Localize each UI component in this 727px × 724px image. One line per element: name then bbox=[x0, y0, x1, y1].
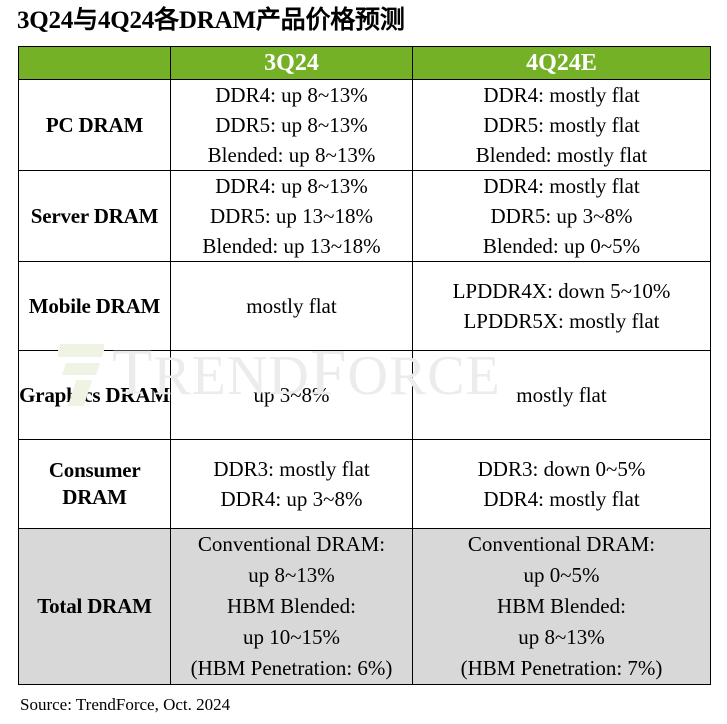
cell-line: DDR3: down 0~5% bbox=[477, 457, 646, 481]
cell-line: DDR5: up 13~18% bbox=[209, 204, 374, 228]
cell-line: DDR5: up 3~8% bbox=[490, 204, 633, 228]
row-label-pc-dram: PC DRAM bbox=[18, 79, 171, 171]
cell-line: (HBM Penetration: 6%) bbox=[190, 656, 393, 680]
cell-line: Conventional DRAM: bbox=[197, 532, 386, 556]
cell-consumer-dram-3q24: DDR3: mostly flat DDR4: up 3~8% bbox=[170, 439, 413, 529]
table-row: Graphics DRAM up 3~8% mostly flat bbox=[18, 350, 711, 440]
table-row: Total DRAM Conventional DRAM: up 8~13% H… bbox=[18, 528, 711, 685]
cell-line: Blended: up 8~13% bbox=[207, 143, 376, 167]
cell-line: DDR5: mostly flat bbox=[483, 113, 640, 137]
cell-line: LPDDR4X: down 5~10% bbox=[452, 279, 671, 303]
page-root: 3Q24与4Q24各DRAM产品价格预测 TRENDFORCE 3Q24 4Q2… bbox=[0, 0, 727, 724]
cell-consumer-dram-4q24e: DDR3: down 0~5% DDR4: mostly flat bbox=[412, 439, 711, 529]
table-row: Consumer DRAM DDR3: mostly flat DDR4: up… bbox=[18, 439, 711, 529]
cell-line: up 8~13% bbox=[248, 563, 335, 587]
cell-server-dram-3q24: DDR4: up 8~13% DDR5: up 13~18% Blended: … bbox=[170, 170, 413, 262]
cell-line: Conventional DRAM: bbox=[467, 532, 656, 556]
cell-line: DDR4: up 8~13% bbox=[215, 174, 368, 198]
table-body: PC DRAM DDR4: up 8~13% DDR5: up 8~13% Bl… bbox=[18, 79, 711, 685]
row-label-line: DRAM bbox=[62, 485, 127, 509]
cell-line: Blended: mostly flat bbox=[475, 143, 648, 167]
cell-line: mostly flat bbox=[246, 294, 337, 318]
row-label-graphics-dram: Graphics DRAM bbox=[18, 350, 171, 440]
dram-price-forecast-table: 3Q24 4Q24E PC DRAM DDR4: up 8~13% DDR5: … bbox=[18, 46, 711, 685]
row-label-line: DRAM bbox=[105, 382, 170, 407]
cell-pc-dram-3q24: DDR4: up 8~13% DDR5: up 8~13% Blended: u… bbox=[170, 79, 413, 171]
cell-mobile-dram-3q24: mostly flat bbox=[170, 261, 413, 351]
table-row: Server DRAM DDR4: up 8~13% DDR5: up 13~1… bbox=[18, 170, 711, 262]
row-label-line: Mobile bbox=[28, 293, 91, 318]
column-header-3q24: 3Q24 bbox=[170, 46, 413, 80]
cell-graphics-dram-4q24e: mostly flat bbox=[412, 350, 711, 440]
source-note: Source: TrendForce, Oct. 2024 bbox=[20, 695, 231, 714]
cell-line: DDR4: mostly flat bbox=[483, 83, 640, 107]
cell-line: HBM Blended: bbox=[227, 594, 356, 618]
cell-line: up 3~8% bbox=[253, 383, 330, 407]
cell-pc-dram-4q24e: DDR4: mostly flat DDR5: mostly flat Blen… bbox=[412, 79, 711, 171]
cell-line: Blended: up 13~18% bbox=[202, 234, 381, 258]
cell-line: up 0~5% bbox=[523, 563, 600, 587]
table-header: 3Q24 4Q24E bbox=[18, 46, 711, 80]
cell-line: LPDDR5X: mostly flat bbox=[463, 309, 660, 333]
cell-line: Blended: up 0~5% bbox=[482, 234, 641, 258]
cell-mobile-dram-4q24e: LPDDR4X: down 5~10% LPDDR5X: mostly flat bbox=[412, 261, 711, 351]
row-label-line: Consumer bbox=[48, 458, 141, 482]
row-label-server-dram: Server DRAM bbox=[18, 170, 171, 262]
cell-line: up 10~15% bbox=[242, 625, 341, 649]
cell-line: mostly flat bbox=[516, 383, 607, 407]
cell-line: DDR4: up 3~8% bbox=[220, 487, 363, 511]
column-header-4q24e: 4Q24E bbox=[412, 46, 711, 80]
page-title: 3Q24与4Q24各DRAM产品价格预测 bbox=[17, 7, 405, 34]
row-label-line: DRAM bbox=[95, 293, 161, 318]
cell-line: DDR4: up 8~13% bbox=[215, 83, 368, 107]
cell-total-dram-3q24: Conventional DRAM: up 8~13% HBM Blended:… bbox=[170, 528, 413, 685]
cell-line: (HBM Penetration: 7%) bbox=[460, 656, 663, 680]
cell-line: DDR3: mostly flat bbox=[213, 457, 370, 481]
table-row: Mobile DRAM mostly flat LPDDR4X: down 5~… bbox=[18, 261, 711, 351]
row-label-line: Graphics bbox=[19, 382, 101, 407]
row-label-mobile-dram: Mobile DRAM bbox=[18, 261, 171, 351]
row-label-consumer-dram: Consumer DRAM bbox=[18, 439, 171, 529]
cell-line: HBM Blended: bbox=[497, 594, 626, 618]
cell-graphics-dram-3q24: up 3~8% bbox=[170, 350, 413, 440]
table-header-row: 3Q24 4Q24E bbox=[18, 46, 711, 80]
table-row: PC DRAM DDR4: up 8~13% DDR5: up 8~13% Bl… bbox=[18, 79, 711, 171]
column-header-blank bbox=[18, 46, 171, 80]
row-label-total-dram: Total DRAM bbox=[18, 528, 171, 685]
cell-total-dram-4q24e: Conventional DRAM: up 0~5% HBM Blended: … bbox=[412, 528, 711, 685]
cell-line: DDR4: mostly flat bbox=[483, 487, 640, 511]
dram-price-forecast-table-wrapper: 3Q24 4Q24E PC DRAM DDR4: up 8~13% DDR5: … bbox=[18, 46, 711, 685]
cell-line: DDR5: up 8~13% bbox=[215, 113, 368, 137]
cell-line: up 8~13% bbox=[518, 625, 605, 649]
cell-line: DDR4: mostly flat bbox=[483, 174, 640, 198]
cell-server-dram-4q24e: DDR4: mostly flat DDR5: up 3~8% Blended:… bbox=[412, 170, 711, 262]
